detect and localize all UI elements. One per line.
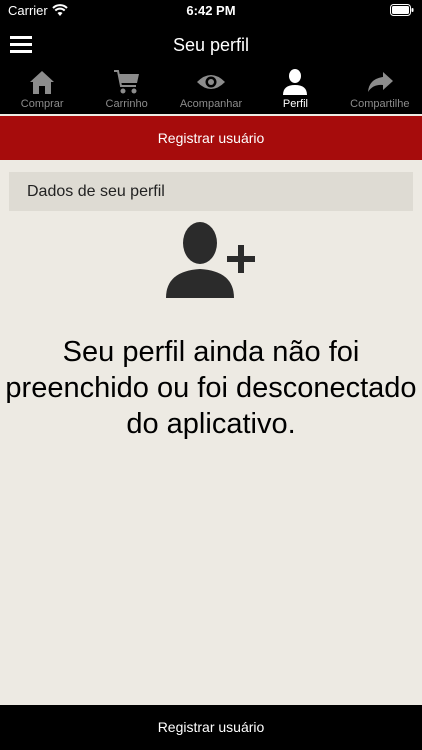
tab-label-perfil: Perfil xyxy=(282,98,308,110)
tab-perfil[interactable]: Perfil xyxy=(253,66,337,114)
tab-label-comprar: Comprar xyxy=(20,98,64,110)
tab-label-carrinho: Carrinho xyxy=(105,98,148,110)
section-header: Dados de seu perfil xyxy=(9,172,413,211)
register-user-banner[interactable]: Registrar usuário xyxy=(0,116,422,160)
tab-bar: Comprar Carrinho Acompanhar Perfil Compa… xyxy=(0,66,422,114)
tab-label-acompanhar: Acompanhar xyxy=(179,98,243,110)
status-bar: Carrier 6:42 PM xyxy=(0,0,422,22)
tab-acompanhar[interactable]: Acompanhar xyxy=(169,66,253,114)
home-icon xyxy=(30,71,55,94)
tab-compartilhe[interactable]: Compartilhe xyxy=(338,66,422,114)
empty-profile-message: Seu perfil ainda não foi preenchido ou f… xyxy=(5,336,417,440)
cart-icon xyxy=(113,70,139,94)
battery-icon xyxy=(390,4,414,16)
person-icon xyxy=(283,69,308,95)
status-time: 6:42 PM xyxy=(186,3,236,18)
top-bar: Carrier 6:42 PM Seu perfil Comprar Carri… xyxy=(0,0,422,114)
share-arrow-icon xyxy=(367,72,393,92)
tab-label-compartilhe: Compartilhe xyxy=(350,98,410,110)
tab-comprar[interactable]: Comprar xyxy=(0,66,84,114)
add-user-icon xyxy=(166,222,255,298)
register-user-button[interactable]: Registrar usuário xyxy=(0,705,422,750)
tab-carrinho[interactable]: Carrinho xyxy=(84,66,168,114)
eye-icon xyxy=(197,75,226,89)
page-title: Seu perfil xyxy=(172,35,250,55)
